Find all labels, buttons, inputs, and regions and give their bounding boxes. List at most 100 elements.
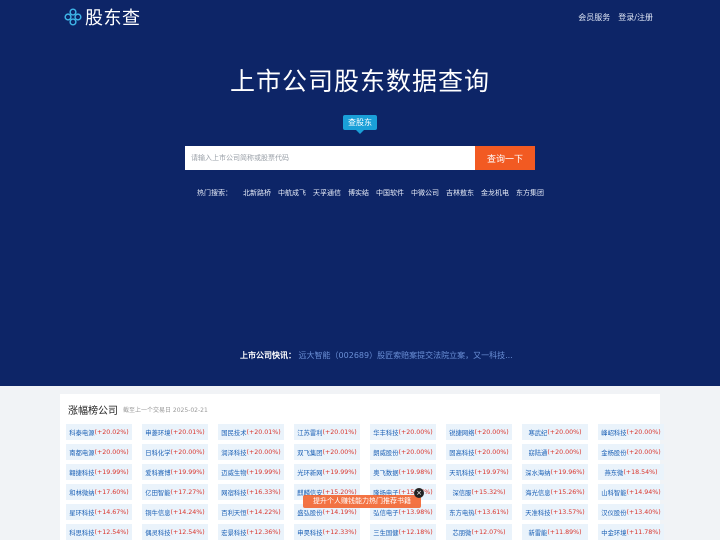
stock-item[interactable]: 峰岹科技 (+20.00%) xyxy=(598,424,664,440)
stock-item[interactable]: 三生国健 (+12.18%) xyxy=(370,524,436,540)
stock-item[interactable]: 天准科技 (+13.57%) xyxy=(522,504,588,520)
login-register-link[interactable]: 登录/注册 xyxy=(618,12,653,23)
hot-search-link[interactable]: 天孚通信 xyxy=(313,188,341,198)
stock-change-pct: (+19.98%) xyxy=(398,468,433,476)
stock-change-pct: (+20.00%) xyxy=(547,448,582,456)
search-bar: 查询一下 xyxy=(185,146,535,170)
member-service-link[interactable]: 会员服务 xyxy=(578,12,610,23)
stock-change-pct: (+20.00%) xyxy=(170,448,205,456)
hot-search-link[interactable]: 中微公司 xyxy=(411,188,439,198)
stock-name: 申昊科技 xyxy=(297,529,323,537)
stock-change-pct: (+20.00%) xyxy=(474,448,509,456)
stock-item[interactable]: 山科智能 (+14.94%) xyxy=(598,484,664,500)
stock-name: 海光信息 xyxy=(525,489,551,497)
stock-item[interactable]: 江苏雷利 (+20.01%) xyxy=(294,424,360,440)
stock-item[interactable]: 润泽科技 (+20.00%) xyxy=(218,444,284,460)
search-button[interactable]: 查询一下 xyxy=(475,146,535,170)
stock-item[interactable]: 申昊科技 (+12.33%) xyxy=(294,524,360,540)
stock-item[interactable]: 亿田智能 (+17.27%) xyxy=(142,484,208,500)
stock-change-pct: (+20.00%) xyxy=(398,428,433,436)
hot-search-link[interactable]: 博实结 xyxy=(348,188,369,198)
site-logo[interactable]: 股东查 xyxy=(64,6,141,29)
stock-item[interactable]: 天玑科技 (+19.97%) xyxy=(446,464,512,480)
hot-search-link[interactable]: 北新路桥 xyxy=(243,188,271,198)
stock-item[interactable]: 光环新网 (+19.99%) xyxy=(294,464,360,480)
stock-change-pct: (+20.00%) xyxy=(474,428,509,436)
stock-name: 弘信电子 xyxy=(373,509,399,517)
stock-item[interactable]: 日科化学 (+20.00%) xyxy=(142,444,208,460)
stock-change-pct: (+12.07%) xyxy=(471,528,506,536)
stock-item[interactable]: 网宿科技 (+16.33%) xyxy=(218,484,284,500)
stock-item[interactable]: 爱科赛博 (+19.99%) xyxy=(142,464,208,480)
stock-name: 星环科技 xyxy=(69,509,95,517)
stock-name: 锐捷网络 xyxy=(449,429,475,437)
hot-search-link[interactable]: 中航成飞 xyxy=(278,188,306,198)
logo-text: 股东查 xyxy=(85,8,141,29)
top-gainers-panel: 涨幅榜公司 截至上一个交易日 2025-02-21 科泰电源 (+20.02%) 申… xyxy=(60,394,664,540)
panel-title: 涨幅榜公司 xyxy=(68,406,118,417)
hot-search-link[interactable]: 吉林敖东 xyxy=(446,188,474,198)
stock-item[interactable]: 和林微纳 (+17.60%) xyxy=(66,484,132,500)
stock-change-pct: (+13.57%) xyxy=(550,508,585,516)
news-headline-link[interactable]: 远大智能（002689）股匠索赔案提交法院立案，又一科技... xyxy=(299,351,513,360)
close-icon[interactable]: × xyxy=(414,488,424,498)
stock-change-pct: (+12.33%) xyxy=(322,528,357,536)
stock-item[interactable]: 南都电源 (+20.00%) xyxy=(66,444,132,460)
stock-item[interactable]: 双飞集团 (+20.00%) xyxy=(294,444,360,460)
promo-banner[interactable]: 提升个人赚钱能力热门推荐书籍 xyxy=(303,495,421,508)
stock-item[interactable]: 百利天恒 (+14.22%) xyxy=(218,504,284,520)
stock-change-pct: (+12.54%) xyxy=(170,528,205,536)
stock-item[interactable]: 科泰电源 (+20.02%) xyxy=(66,424,132,440)
stock-name: 偶灵科技 xyxy=(145,529,171,537)
stock-name: 燕东微 xyxy=(604,469,624,477)
stock-item[interactable]: 新雷能 (+11.89%) xyxy=(522,524,588,540)
stock-name: 新雷能 xyxy=(528,529,548,537)
stock-name: 深水海纳 xyxy=(525,469,551,477)
stock-item[interactable]: 华丰科技 (+20.00%) xyxy=(370,424,436,440)
stock-item[interactable]: 燕东微 (+18.54%) xyxy=(598,464,664,480)
tab-query-shareholder[interactable]: 查股东 xyxy=(343,115,377,134)
stock-name: 华丰科技 xyxy=(373,429,399,437)
top-nav: 会员服务 登录/注册 xyxy=(578,12,653,23)
stock-item[interactable]: 窈陆通 (+20.00%) xyxy=(522,444,588,460)
hot-search-link[interactable]: 东方集团 xyxy=(516,188,544,198)
hot-search-link[interactable]: 金龙机电 xyxy=(481,188,509,198)
stock-item[interactable]: 迈威生物 (+19.99%) xyxy=(218,464,284,480)
stock-name: 芯朋微 xyxy=(452,529,472,537)
stock-item[interactable]: 深水海纳 (+19.96%) xyxy=(522,464,588,480)
stock-item[interactable]: 科思科技 (+12.54%) xyxy=(66,524,132,540)
stock-item[interactable]: 固高科技 (+20.00%) xyxy=(446,444,512,460)
stock-item[interactable]: 奥飞数据 (+19.98%) xyxy=(370,464,436,480)
stock-name: 汉仪股份 xyxy=(601,509,627,517)
stock-change-pct: (+14.19%) xyxy=(322,508,357,516)
stock-change-pct: (+19.96%) xyxy=(550,468,585,476)
stock-item[interactable]: 金杨股份 (+20.00%) xyxy=(598,444,664,460)
stock-item[interactable]: 宏景科技 (+12.36%) xyxy=(218,524,284,540)
stock-change-pct: (+12.36%) xyxy=(246,528,281,536)
stock-item[interactable]: 铜牛信息 (+14.24%) xyxy=(142,504,208,520)
stock-item[interactable]: 锐捷网络 (+20.00%) xyxy=(446,424,512,440)
search-input[interactable] xyxy=(185,146,475,170)
stock-item[interactable]: 偶灵科技 (+12.54%) xyxy=(142,524,208,540)
stock-change-pct: (+15.32%) xyxy=(471,488,506,496)
stock-item[interactable]: 申菱环境 (+20.01%) xyxy=(142,424,208,440)
stock-item[interactable]: 海光信息 (+15.26%) xyxy=(522,484,588,500)
stock-item[interactable]: 东方电热 (+13.61%) xyxy=(446,504,512,520)
stock-item[interactable]: 朗威股份 (+20.00%) xyxy=(370,444,436,460)
stock-change-pct: (+19.99%) xyxy=(94,468,129,476)
stock-item[interactable]: 深信服 (+15.32%) xyxy=(446,484,512,500)
stock-item[interactable]: 芯朋微 (+12.07%) xyxy=(446,524,512,540)
stock-item[interactable]: 寒武纪 (+20.00%) xyxy=(522,424,588,440)
stock-name: 江苏雷利 xyxy=(297,429,323,437)
stock-name: 深信服 xyxy=(452,489,472,497)
stock-item[interactable]: 翱捷科技 (+19.99%) xyxy=(66,464,132,480)
hot-searches-label: 热门搜索： xyxy=(197,189,232,197)
page-title: 上市公司股东数据查询 xyxy=(229,67,490,96)
stock-item[interactable]: 星环科技 (+14.67%) xyxy=(66,504,132,520)
hot-search-link[interactable]: 中国软件 xyxy=(376,188,404,198)
stock-item[interactable]: 汉仪股份 (+13.40%) xyxy=(598,504,664,520)
stock-item[interactable]: 中金环境 (+11.78%) xyxy=(598,524,664,540)
stock-item[interactable]: 国民技术 (+20.01%) xyxy=(218,424,284,440)
stock-name: 润泽科技 xyxy=(221,449,247,457)
stock-change-pct: (+17.60%) xyxy=(94,488,129,496)
